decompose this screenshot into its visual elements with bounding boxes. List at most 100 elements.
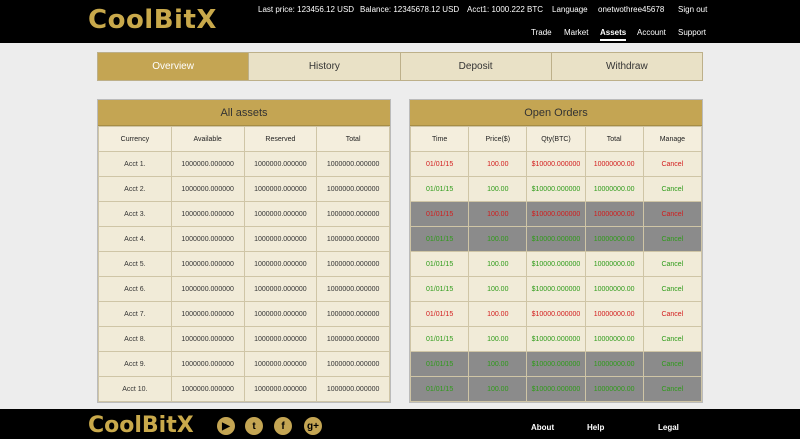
table-row: Acct 2. 1000000.000000 1000000.000000 10000… bbox=[98, 176, 390, 202]
cancel-order-button[interactable]: Cancel bbox=[642, 276, 703, 302]
cancel-order-button[interactable]: Cancel bbox=[642, 251, 703, 277]
facebook-icon[interactable]: f bbox=[274, 417, 292, 435]
table-cell: Acct 6. bbox=[98, 276, 172, 302]
table-row: 01/01/15 100.00 $10000.000000 10000000.00 Ca… bbox=[409, 226, 703, 252]
cancel-order-button[interactable]: Cancel bbox=[642, 301, 703, 327]
open-orders-title: Open Orders bbox=[410, 100, 702, 126]
language-link[interactable]: Language bbox=[552, 5, 588, 14]
order-total: 10000000.00 bbox=[584, 351, 644, 377]
order-time: 01/01/15 bbox=[409, 176, 470, 202]
table-cell: 1000000.000000 bbox=[316, 201, 390, 227]
orders-col-header: Qty(BTC) bbox=[526, 126, 586, 152]
table-row: Acct 9. 1000000.000000 1000000.000000 10000… bbox=[98, 351, 390, 377]
table-row: 01/01/15 100.00 $10000.000000 10000000.00 Ca… bbox=[409, 301, 703, 327]
order-price: 100.00 bbox=[468, 351, 528, 377]
assets-col-header: Reserved bbox=[243, 126, 318, 152]
google-plus-icon[interactable]: g+ bbox=[304, 417, 322, 435]
order-price: 100.00 bbox=[468, 151, 528, 177]
order-time: 01/01/15 bbox=[409, 376, 470, 402]
brand-logo[interactable]: CoolBitX bbox=[88, 5, 217, 35]
order-time: 01/01/15 bbox=[409, 351, 470, 377]
cancel-order-button[interactable]: Cancel bbox=[642, 226, 703, 252]
cancel-order-button[interactable]: Cancel bbox=[642, 376, 703, 402]
table-cell: 1000000.000000 bbox=[243, 226, 318, 252]
table-cell: Acct 10. bbox=[98, 376, 172, 402]
table-cell: 1000000.000000 bbox=[243, 276, 318, 302]
table-row: Acct 7. 1000000.000000 1000000.000000 10000… bbox=[98, 301, 390, 327]
tab-overview[interactable]: Overview bbox=[98, 53, 250, 80]
order-time: 01/01/15 bbox=[409, 301, 470, 327]
table-row: 01/01/15 100.00 $10000.000000 10000000.00 Ca… bbox=[409, 201, 703, 227]
order-total: 10000000.00 bbox=[584, 376, 644, 402]
order-price: 100.00 bbox=[468, 376, 528, 402]
nav-trade[interactable]: Trade bbox=[531, 28, 552, 37]
table-cell: 1000000.000000 bbox=[170, 301, 245, 327]
order-qty: $10000.000000 bbox=[526, 276, 586, 302]
assets-col-header: Available bbox=[170, 126, 245, 152]
assets-table: Currency Available Reserved Total Acct 1. 10… bbox=[98, 126, 390, 402]
table-cell: Acct 3. bbox=[98, 201, 172, 227]
order-qty: $10000.000000 bbox=[526, 176, 586, 202]
table-cell: 1000000.000000 bbox=[316, 301, 390, 327]
footer-about-link[interactable]: About bbox=[531, 423, 554, 432]
table-cell: 1000000.000000 bbox=[243, 351, 318, 377]
youtube-icon[interactable]: ▶ bbox=[217, 417, 235, 435]
table-cell: 1000000.000000 bbox=[243, 301, 318, 327]
footer: CoolBitX ▶ t f g+ About Help Legal bbox=[0, 409, 800, 439]
table-cell: 1000000.000000 bbox=[243, 251, 318, 277]
order-qty: $10000.000000 bbox=[526, 251, 586, 277]
acct1-balance: Acct1: 1000.222 BTC bbox=[467, 5, 544, 14]
footer-logo[interactable]: CoolBitX bbox=[88, 413, 194, 438]
order-time: 01/01/15 bbox=[409, 251, 470, 277]
table-row: Acct 6. 1000000.000000 1000000.000000 10000… bbox=[98, 276, 390, 302]
footer-help-link[interactable]: Help bbox=[587, 423, 604, 432]
table-cell: 1000000.000000 bbox=[243, 376, 318, 402]
table-row: Acct 3. 1000000.000000 1000000.000000 10000… bbox=[98, 201, 390, 227]
table-cell: 1000000.000000 bbox=[243, 151, 318, 177]
top-bar: CoolBitX Last price: 123456.12 USD Balan… bbox=[0, 0, 800, 43]
table-cell: 1000000.000000 bbox=[243, 201, 318, 227]
tab-history[interactable]: History bbox=[249, 53, 401, 80]
order-qty: $10000.000000 bbox=[526, 201, 586, 227]
cancel-order-button[interactable]: Cancel bbox=[642, 151, 703, 177]
table-cell: Acct 7. bbox=[98, 301, 172, 327]
table-cell: Acct 5. bbox=[98, 251, 172, 277]
all-assets-title: All assets bbox=[98, 100, 390, 126]
table-cell: Acct 4. bbox=[98, 226, 172, 252]
cancel-order-button[interactable]: Cancel bbox=[642, 201, 703, 227]
table-cell: 1000000.000000 bbox=[170, 201, 245, 227]
table-cell: Acct 9. bbox=[98, 351, 172, 377]
cancel-order-button[interactable]: Cancel bbox=[642, 326, 703, 352]
order-time: 01/01/15 bbox=[409, 326, 470, 352]
username-link[interactable]: onetwothree45678 bbox=[598, 5, 664, 14]
table-cell: 1000000.000000 bbox=[243, 176, 318, 202]
footer-legal-link[interactable]: Legal bbox=[658, 423, 679, 432]
order-total: 10000000.00 bbox=[584, 151, 644, 177]
order-qty: $10000.000000 bbox=[526, 301, 586, 327]
orders-table: Time Price($) Qty(BTC) Total Manage 01/01/15… bbox=[409, 126, 703, 402]
assets-tabs: Overview History Deposit Withdraw bbox=[97, 52, 703, 81]
table-row: 01/01/15 100.00 $10000.000000 10000000.00 Ca… bbox=[409, 326, 703, 352]
signout-link[interactable]: Sign out bbox=[678, 5, 707, 14]
order-price: 100.00 bbox=[468, 326, 528, 352]
tab-withdraw[interactable]: Withdraw bbox=[551, 53, 702, 80]
order-total: 10000000.00 bbox=[584, 176, 644, 202]
cancel-order-button[interactable]: Cancel bbox=[642, 176, 703, 202]
table-row: 01/01/15 100.00 $10000.000000 10000000.00 Ca… bbox=[409, 276, 703, 302]
nav-assets[interactable]: Assets bbox=[600, 28, 627, 41]
table-row: 01/01/15 100.00 $10000.000000 10000000.00 Ca… bbox=[409, 176, 703, 202]
table-row: 01/01/15 100.00 $10000.000000 10000000.00 Ca… bbox=[409, 151, 703, 177]
order-total: 10000000.00 bbox=[584, 301, 644, 327]
order-total: 10000000.00 bbox=[584, 276, 644, 302]
tab-deposit[interactable]: Deposit bbox=[400, 53, 552, 80]
table-cell: 1000000.000000 bbox=[170, 351, 245, 377]
nav-market[interactable]: Market bbox=[564, 28, 588, 37]
cancel-order-button[interactable]: Cancel bbox=[642, 351, 703, 377]
twitter-icon[interactable]: t bbox=[245, 417, 263, 435]
order-time: 01/01/15 bbox=[409, 151, 470, 177]
nav-account[interactable]: Account bbox=[637, 28, 666, 37]
order-qty: $10000.000000 bbox=[526, 226, 586, 252]
orders-col-header: Total bbox=[584, 126, 644, 152]
nav-support[interactable]: Support bbox=[678, 28, 706, 37]
table-cell: 1000000.000000 bbox=[316, 326, 390, 352]
